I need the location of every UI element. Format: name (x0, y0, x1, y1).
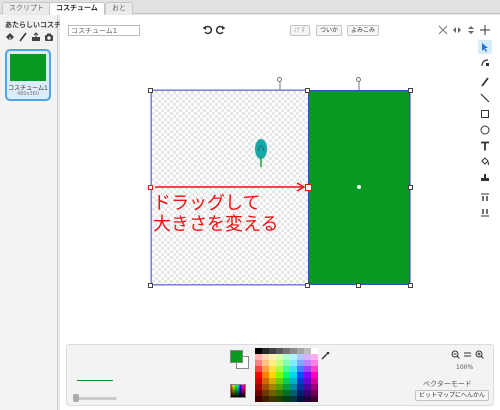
tab-bar: スクリプト コスチューム おと (0, 0, 500, 15)
color-palette (255, 348, 318, 402)
eyedropper-button[interactable] (320, 350, 331, 361)
undo-button[interactable] (201, 24, 213, 35)
new-costume-icons (5, 32, 54, 42)
resize-handle-dragging[interactable] (305, 184, 312, 191)
resize-handle-top-left[interactable] (148, 88, 153, 93)
select-tool[interactable] (478, 40, 492, 54)
send-back-tool[interactable] (478, 206, 492, 220)
pencil-icon[interactable] (18, 32, 28, 42)
resize-handle-bottom-center[interactable] (356, 283, 361, 288)
ellipse-icon (480, 125, 490, 135)
line-width-preview (77, 380, 113, 381)
editor-mode-label: ベクターモード (423, 380, 472, 388)
folder-upload-icon[interactable] (31, 32, 41, 42)
send-back-icon (481, 209, 489, 217)
text-tool[interactable] (478, 139, 492, 153)
rotate-handle-2[interactable] (356, 77, 361, 82)
zoom-controls (450, 349, 484, 359)
crosshair-icon[interactable] (479, 24, 491, 36)
palette-swatch[interactable] (283, 396, 290, 402)
costume-tile-size: 480x360 (16, 91, 40, 97)
zoom-level: 100% (456, 364, 474, 371)
import-button[interactable]: よみこみ (347, 25, 380, 36)
equals-icon (463, 352, 471, 356)
resize-handle-bottom-mid[interactable] (305, 283, 310, 288)
zoom-reset-button[interactable] (462, 349, 472, 359)
ellipse-tool[interactable] (478, 123, 492, 137)
resize-handle-top-right[interactable] (408, 88, 413, 93)
text-icon (481, 141, 489, 151)
pencil-tool[interactable] (478, 75, 492, 89)
stamp-tool[interactable] (478, 171, 492, 185)
resize-handle-bottom-left[interactable] (148, 283, 153, 288)
zoom-in-icon (475, 350, 484, 359)
set-center-icon[interactable] (437, 24, 449, 36)
rectangle-tool[interactable] (478, 107, 492, 121)
costume-thumbnail (10, 54, 46, 81)
fill-tool[interactable] (478, 155, 492, 169)
pencil-tool-icon (481, 77, 489, 87)
reshape-icon (481, 59, 489, 67)
undo-icon (202, 25, 212, 34)
rotate-handle[interactable] (277, 77, 282, 82)
add-button[interactable]: ついか (316, 25, 343, 36)
line-width-slider-knob[interactable] (73, 394, 79, 402)
paint-icon[interactable] (5, 32, 15, 42)
tab-sounds[interactable]: おと (105, 2, 133, 14)
color-spectrum-button[interactable] (230, 384, 246, 398)
palette-swatch[interactable] (255, 396, 262, 402)
tab-scripts[interactable]: スクリプト (2, 2, 51, 14)
palette-swatch[interactable] (297, 396, 304, 402)
camera-icon[interactable] (44, 32, 54, 42)
costume-name-input[interactable] (68, 25, 140, 36)
annotation-line-1: ドラッグして (153, 193, 261, 214)
line-icon (480, 93, 490, 103)
stamp-icon (481, 174, 489, 181)
annotation-text: ドラッグして 大きさを変える (153, 193, 278, 235)
bring-forward-icon (481, 193, 489, 201)
transform-tools (437, 24, 491, 36)
convert-to-bitmap-button[interactable]: ビットマップにへんかん (415, 390, 490, 401)
bring-forward-tool[interactable] (478, 190, 492, 204)
resize-handle-top-mid[interactable] (305, 88, 310, 93)
line-width-slider[interactable] (73, 397, 117, 400)
flip-horizontal-icon[interactable] (451, 24, 463, 36)
reshape-tool[interactable] (478, 56, 492, 70)
arrow-icon (482, 43, 488, 52)
tab-costumes[interactable]: コスチューム (49, 2, 105, 15)
sprite-drawing (255, 139, 267, 167)
paint-toolbox (478, 40, 492, 220)
bucket-icon (481, 157, 489, 166)
clear-button[interactable]: けす (290, 25, 311, 36)
costume-tile[interactable]: コスチューム1 480x360 (5, 49, 51, 101)
palette-swatch[interactable] (276, 396, 283, 402)
palette-swatch[interactable] (269, 396, 276, 402)
redo-button[interactable] (215, 24, 227, 35)
palette-swatch[interactable] (262, 396, 269, 402)
center-point (357, 185, 361, 189)
line-tool[interactable] (478, 91, 492, 105)
resize-handle-left[interactable] (148, 185, 153, 190)
primary-color-swatch[interactable] (230, 350, 243, 363)
palette-swatch[interactable] (290, 396, 297, 402)
palette-swatch[interactable] (304, 396, 311, 402)
redo-icon (216, 25, 226, 34)
annotation-line-2: 大きさを変える (153, 214, 279, 235)
flip-vertical-icon[interactable] (465, 24, 477, 36)
zoom-out-icon (451, 350, 460, 359)
palette-swatch[interactable] (311, 396, 318, 402)
rectangle-icon (481, 110, 489, 118)
resize-handle-right[interactable] (408, 185, 413, 190)
zoom-out-button[interactable] (450, 349, 460, 359)
resize-handle-bottom-right[interactable] (408, 283, 413, 288)
eyedropper-icon (321, 351, 330, 360)
zoom-in-button[interactable] (474, 349, 484, 359)
